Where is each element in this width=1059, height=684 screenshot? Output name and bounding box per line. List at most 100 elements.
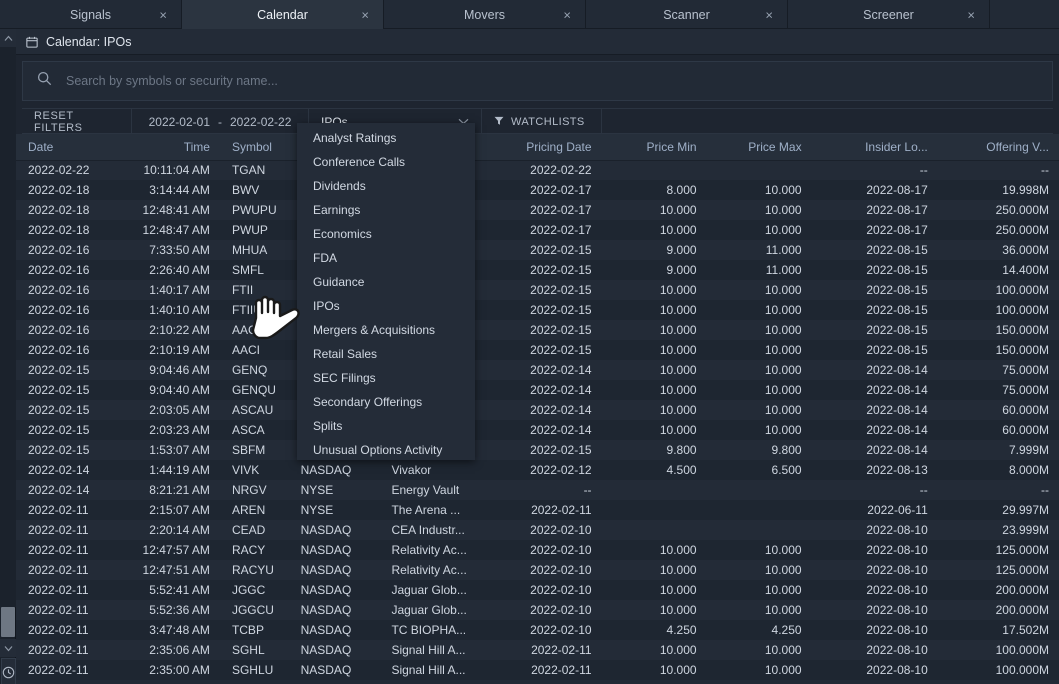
cell-insider-lock: 2022-08-15 <box>811 240 938 260</box>
dropdown-item-unusual-options-activity[interactable]: Unusual Options Activity <box>297 438 475 462</box>
table-row[interactable]: 2022-02-152:03:05 AMASCAUNASDAQASPAC I A… <box>16 400 1059 420</box>
dropdown-item-splits[interactable]: Splits <box>297 414 475 438</box>
rail-scrollbar-track[interactable] <box>0 47 16 607</box>
cell-insider-lock: 2022-08-17 <box>811 220 938 240</box>
cell-time: 3:47:48 AM <box>127 620 220 640</box>
cell-insider-lock: 2022-08-10 <box>811 640 938 660</box>
cell-price-max: 10.000 <box>706 400 812 420</box>
tab-calendar[interactable]: Calendar × <box>182 0 384 29</box>
table-row[interactable]: 2022-02-11 5:52:36 AM JGGCU NASDAQ Jaguar Gl… <box>16 600 1059 620</box>
panel-title-bar: Calendar: IPOs <box>16 29 1059 55</box>
table-row[interactable]: 2022-02-162:10:22 AMAACIUNASDAQARMS Sust… <box>16 320 1059 340</box>
cell-insider-lock: 2022-08-17 <box>811 200 938 220</box>
dropdown-item-conference-calls[interactable]: Conference Calls <box>297 150 475 174</box>
table-row[interactable]: 2022-02-14 8:21:21 AM NRGV NYSE Energy Vault… <box>16 480 1059 500</box>
tab-movers[interactable]: Movers × <box>384 0 586 29</box>
dropdown-item-sec-filings[interactable]: SEC Filings <box>297 366 475 390</box>
cell-symbol: SGHLU <box>219 660 289 680</box>
tab-scanner[interactable]: Scanner × <box>586 0 788 29</box>
rail-scroll-up-icon[interactable] <box>0 29 16 47</box>
rail-scroll-down-icon[interactable] <box>0 639 16 657</box>
table-row[interactable]: 2022-02-11 12:47:57 AM RACY NASDAQ Relativit… <box>16 540 1059 560</box>
cell-insider-lock: -- <box>811 480 938 500</box>
cell-price-min: 10.000 <box>601 540 707 560</box>
column-header-date[interactable]: Date <box>16 134 128 161</box>
tab-close-icon[interactable]: × <box>967 8 975 21</box>
rail-scrollbar-thumb[interactable] <box>1 607 15 637</box>
watchlists-button[interactable]: WATCHLISTS <box>482 109 602 135</box>
history-clock-icon[interactable] <box>1 658 16 684</box>
table-row[interactable]: 2022-02-159:04:46 AMGENQNASDAQGenesis Un… <box>16 360 1059 380</box>
table-row[interactable]: 2022-02-11 12:47:51 AM RACYU NASDAQ Relativi… <box>16 560 1059 580</box>
table-row[interactable]: 2022-02-14 1:44:19 AM VIVK NASDAQ Vivakor 202… <box>16 460 1059 480</box>
cell-price-min: 10.000 <box>601 380 707 400</box>
date-range-picker[interactable]: 2022-02-01 - 2022-02-22 <box>132 109 309 135</box>
cell-insider-lock: 2022-08-15 <box>811 300 938 320</box>
tab-label: Calendar <box>257 7 308 22</box>
table-row[interactable]: 2022-02-151:53:07 AMSBFMNASDAQSunshine B… <box>16 440 1059 460</box>
search-input[interactable] <box>52 74 1052 88</box>
tab-screener[interactable]: Screener × <box>788 0 990 29</box>
search-bar[interactable] <box>22 61 1053 101</box>
column-header-offering-value[interactable]: Offering V... <box>937 134 1059 161</box>
cell-symbol: FTII <box>219 280 289 300</box>
table-row[interactable]: 2022-02-167:33:50 AMMHUANASDAQMeihua Int… <box>16 240 1059 260</box>
cell-pricing-date: 2022-02-10 <box>488 560 602 580</box>
tab-close-icon[interactable]: × <box>159 8 167 21</box>
table-row[interactable]: 2022-02-162:10:19 AMAACINASDAQARMS Sust.… <box>16 340 1059 360</box>
cell-pricing-date: 2022-02-15 <box>488 440 602 460</box>
dropdown-item-dividends[interactable]: Dividends <box>297 174 475 198</box>
cell-price-max: 4.250 <box>706 620 812 640</box>
table-row[interactable]: 2022-02-2210:11:04 AMTGANNASDAQTransphor… <box>16 160 1059 180</box>
tab-close-icon[interactable]: × <box>361 8 369 21</box>
table-row[interactable]: 2022-02-161:40:17 AMFTIINASDAQFutureTech… <box>16 280 1059 300</box>
column-header-pricing-date[interactable]: Pricing Date <box>488 134 602 161</box>
cell-exchange: NYSE <box>288 480 380 500</box>
column-header-insider-lock[interactable]: Insider Lo... <box>811 134 938 161</box>
table-row[interactable]: 2022-02-1812:48:47 AMPWUPNASDAQPowerUp A… <box>16 220 1059 240</box>
ipo-table-head: DateTimeSymbolExchangeNamePricing DatePr… <box>16 134 1059 161</box>
table-row[interactable]: 2022-02-11 2:35:06 AM SGHL NASDAQ Signal Hil… <box>16 640 1059 660</box>
cell-time: 1:53:07 AM <box>127 440 220 460</box>
dropdown-item-earnings[interactable]: Earnings <box>297 198 475 222</box>
filter-bar: RESET FILTERS 2022-02-01 - 2022-02-22 IP… <box>22 108 1053 135</box>
table-row[interactable]: 2022-02-11 2:35:00 AM SGHLU NASDAQ Signal Hi… <box>16 660 1059 680</box>
cell-time: 1:40:17 AM <box>127 280 220 300</box>
tab-close-icon[interactable]: × <box>563 8 571 21</box>
tab-close-icon[interactable]: × <box>765 8 773 21</box>
table-row[interactable]: 2022-02-162:26:40 AMSMFLNASDAQSmart for … <box>16 260 1059 280</box>
cell-pricing-date: 2022-02-14 <box>488 400 602 420</box>
table-row[interactable]: 2022-02-152:03:23 AMASCANASDAQASPAC I Ac… <box>16 420 1059 440</box>
column-header-time[interactable]: Time <box>127 134 220 161</box>
dropdown-item-guidance[interactable]: Guidance <box>297 270 475 294</box>
column-header-symbol[interactable]: Symbol <box>219 134 289 161</box>
dropdown-item-analyst-ratings[interactable]: Analyst Ratings <box>297 126 475 150</box>
table-row[interactable]: 2022-02-159:04:40 AMGENQUNASDAQGenesis U… <box>16 380 1059 400</box>
table-row[interactable]: 2022-02-11 2:20:14 AM CEAD NASDAQ CEA Indust… <box>16 520 1059 540</box>
dropdown-item-economics[interactable]: Economics <box>297 222 475 246</box>
event-type-dropdown-menu[interactable]: Analyst Ratings Conference Calls Dividends… <box>297 123 475 460</box>
dropdown-item-ipos[interactable]: IPOs <box>297 294 475 318</box>
dropdown-item-mergers-acquisitions[interactable]: Mergers & Acquisitions <box>297 318 475 342</box>
cell-price-max: 10.000 <box>706 220 812 240</box>
tab-pre-market[interactable]: Pre-Market <box>990 0 1059 29</box>
dropdown-item-retail-sales[interactable]: Retail Sales <box>297 342 475 366</box>
column-header-price-min[interactable]: Price Min <box>601 134 707 161</box>
table-row[interactable]: 2022-02-1812:48:41 AMPWUPUNASDAQPowerUp … <box>16 200 1059 220</box>
table-row[interactable]: 2022-02-11 5:52:41 AM JGGC NASDAQ Jaguar Glo… <box>16 580 1059 600</box>
cell-price-min: 10.000 <box>601 300 707 320</box>
reset-filters-button[interactable]: RESET FILTERS <box>22 109 132 135</box>
cell-insider-lock: 2022-08-17 <box>811 180 938 200</box>
calendar-icon <box>26 36 38 48</box>
table-row[interactable]: 2022-02-183:14:44 AMBWVNASDAQBLUE WATE..… <box>16 180 1059 200</box>
dropdown-item-secondary-offerings[interactable]: Secondary Offerings <box>297 390 475 414</box>
table-row[interactable]: 2022-02-11 3:47:48 AM TCBP NASDAQ TC BIOPHA.… <box>16 620 1059 640</box>
column-header-price-max[interactable]: Price Max <box>706 134 812 161</box>
table-row[interactable]: 2022-02-11 2:15:07 AM AREN NYSE The Arena ..… <box>16 500 1059 520</box>
cell-pricing-date: 2022-02-12 <box>488 460 602 480</box>
dropdown-item-fda[interactable]: FDA <box>297 246 475 270</box>
table-row[interactable]: 2022-02-113:41:00 AMUNBAUNYSEUNB Ameri..… <box>16 680 1059 684</box>
tab-signals[interactable]: Signals × <box>0 0 182 29</box>
cell-offering-value: -- <box>937 480 1059 500</box>
table-row[interactable]: 2022-02-161:40:10 AMFTIIUNASDAQFutureTec… <box>16 300 1059 320</box>
